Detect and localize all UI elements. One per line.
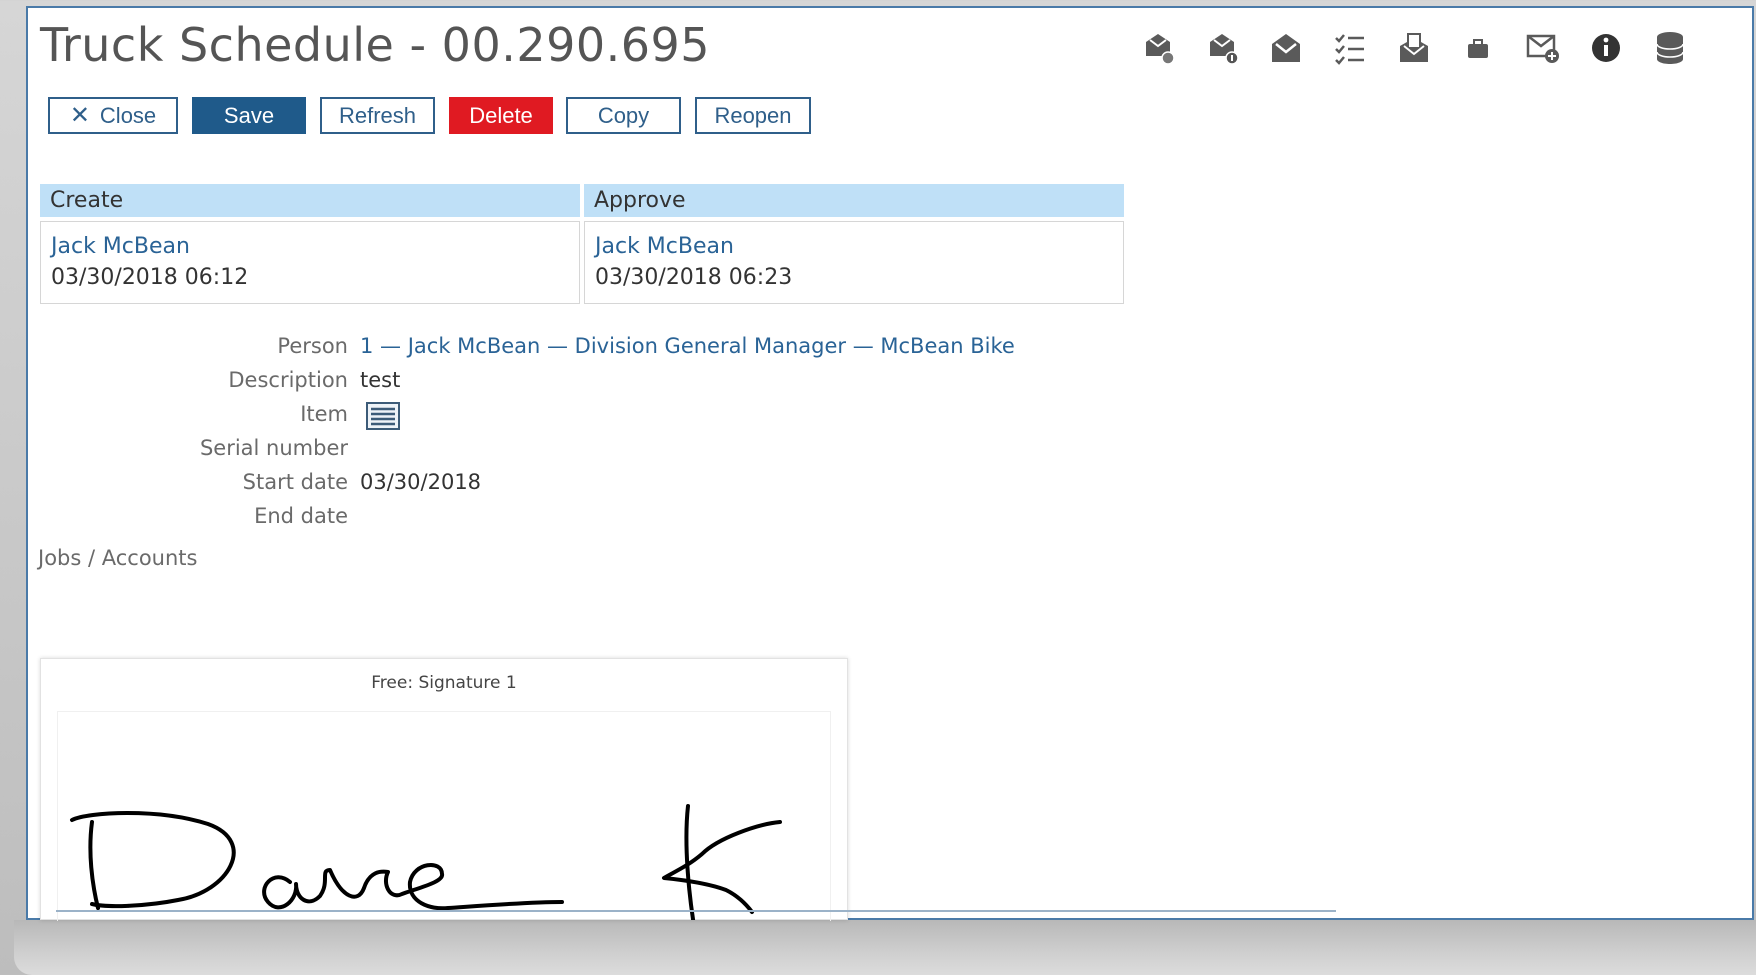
item-label: Item <box>300 402 348 426</box>
page-title: Truck Schedule - 00.290.695 <box>40 18 711 72</box>
start-date-label: Start date <box>242 470 348 494</box>
window-bottom-shade <box>14 920 1756 975</box>
start-date-row: Start date 03/30/2018 <box>40 470 1140 504</box>
signature-card: Free: Signature 1 <box>40 658 848 940</box>
approve-column: Approve Jack McBean 03/30/2018 06:23 <box>584 184 1124 304</box>
detail-fields: Person 1 — Jack McBean — Division Genera… <box>40 334 1140 538</box>
signature-pad[interactable] <box>57 711 831 940</box>
create-header: Create <box>40 184 580 217</box>
list-icon[interactable] <box>366 402 400 435</box>
create-user-link[interactable]: Jack McBean <box>51 234 569 259</box>
description-row: Description test <box>40 368 1140 402</box>
info-icon[interactable] <box>1586 28 1626 68</box>
delete-button[interactable]: Delete <box>449 97 553 134</box>
serial-number-row: Serial number <box>40 436 1140 470</box>
envelope-attachment-icon[interactable] <box>1394 28 1434 68</box>
serial-number-label: Serial number <box>199 436 348 460</box>
checklist-icon[interactable] <box>1330 28 1370 68</box>
approval-panel: Create Jack McBean 03/30/2018 06:12 Appr… <box>40 184 1126 304</box>
person-label: Person <box>277 334 348 358</box>
copy-button[interactable]: Copy <box>566 97 681 134</box>
description-label: Description <box>228 368 348 392</box>
database-icon[interactable] <box>1650 28 1690 68</box>
mail-info-icon[interactable] <box>1202 28 1242 68</box>
create-body: Jack McBean 03/30/2018 06:12 <box>40 221 580 304</box>
close-button[interactable]: ✕ Close <box>48 97 178 134</box>
close-icon: ✕ <box>69 102 90 129</box>
close-button-label: Close <box>99 102 157 128</box>
approve-body: Jack McBean 03/30/2018 06:23 <box>584 221 1124 304</box>
signature-drawing <box>70 804 782 940</box>
refresh-button[interactable]: Refresh <box>320 97 435 134</box>
item-row: Item <box>40 402 1140 436</box>
save-button[interactable]: Save <box>192 97 306 134</box>
mail-settings-icon[interactable] <box>1138 28 1178 68</box>
reopen-button[interactable]: Reopen <box>695 97 811 134</box>
person-link[interactable]: 1 — Jack McBean — Division General Manag… <box>360 334 1015 358</box>
horizontal-scrollbar[interactable] <box>56 910 1336 912</box>
approve-header: Approve <box>584 184 1124 217</box>
signature-title: Free: Signature 1 <box>371 673 517 693</box>
end-date-row: End date <box>40 504 1140 538</box>
create-date: 03/30/2018 06:12 <box>51 265 249 290</box>
description-value: test <box>360 368 401 392</box>
person-row: Person 1 — Jack McBean — Division Genera… <box>40 334 1140 368</box>
start-date-value: 03/30/2018 <box>360 470 482 494</box>
email-add-icon[interactable] <box>1522 28 1562 68</box>
open-envelope-icon[interactable] <box>1266 28 1306 68</box>
approve-user-link[interactable]: Jack McBean <box>595 234 1113 259</box>
jobs-accounts-label: Jobs / Accounts <box>38 546 198 570</box>
create-column: Create Jack McBean 03/30/2018 06:12 <box>40 184 580 304</box>
briefcase-icon[interactable] <box>1458 28 1498 68</box>
end-date-label: End date <box>254 504 348 528</box>
approve-date: 03/30/2018 06:23 <box>595 265 793 290</box>
